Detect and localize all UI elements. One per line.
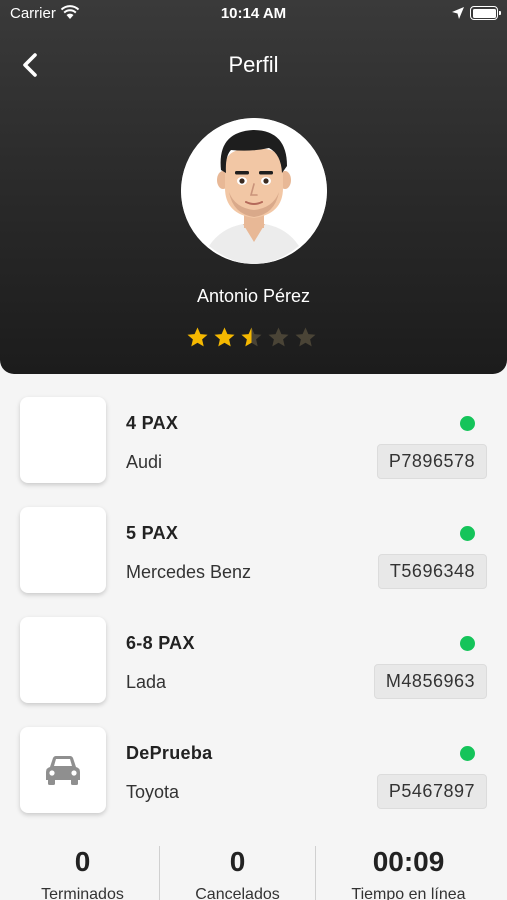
vehicle-row[interactable]: 5 PAX Mercedes Benz T5696348 xyxy=(0,498,507,608)
user-avatar-illustration xyxy=(181,118,327,264)
status-time: 10:14 AM xyxy=(220,5,287,22)
status-bar: Carrier 10:14 AM xyxy=(0,0,507,28)
star-icon xyxy=(268,327,289,347)
car-icon xyxy=(46,756,80,785)
vehicle-row[interactable]: 6-8 PAX Lada M4856963 xyxy=(0,608,507,718)
vehicle-capacity: 5 PAX xyxy=(126,523,179,543)
star-icon xyxy=(187,327,208,347)
vehicle-row[interactable]: 4 PAX Audi P7896578 xyxy=(0,388,507,498)
vehicle-capacity: DePrueba xyxy=(126,743,213,763)
stat-label: Terminados xyxy=(41,886,124,900)
stat-item: 0 Cancelados xyxy=(160,846,315,900)
stat-divider xyxy=(159,846,160,900)
star-rating xyxy=(186,326,317,349)
plate-badge: T5696348 xyxy=(377,554,487,589)
stat-divider xyxy=(315,846,316,900)
vehicle-capacity: 6-8 PAX xyxy=(126,633,195,653)
profile-header: Carrier 10:14 AM Perfil Antonio Pérez xyxy=(0,0,507,374)
stat-item: 00:09 Tiempo en línea xyxy=(331,846,486,900)
stat-value: 00:09 xyxy=(372,846,445,877)
star-icon xyxy=(214,327,235,347)
user-name: Antonio Pérez xyxy=(196,286,311,306)
vehicle-brand: Lada xyxy=(126,672,167,692)
stat-value: 0 xyxy=(74,846,91,877)
star-icon xyxy=(241,327,262,347)
plate-badge: P5467897 xyxy=(376,774,487,809)
vehicle-capacity: 4 PAX xyxy=(126,413,179,433)
vehicle-brand: Mercedes Benz xyxy=(126,562,252,582)
vehicle-brand: Toyota xyxy=(126,782,180,802)
avatar[interactable] xyxy=(181,118,327,264)
page-title: Perfil xyxy=(228,52,279,77)
vehicle-thumbnail xyxy=(20,617,106,703)
plate-badge: M4856963 xyxy=(373,664,487,699)
vehicle-row[interactable]: DePrueba Toyota P5467897 xyxy=(0,718,507,828)
active-status-dot xyxy=(460,636,475,651)
battery-icon xyxy=(470,6,501,20)
stat-label: Cancelados xyxy=(195,886,280,900)
stats-bar: 0 Terminados 0 Cancelados 00:09 Tiempo en lín… xyxy=(0,846,507,900)
vehicle-brand: Audi xyxy=(126,452,163,472)
active-status-dot xyxy=(460,526,475,541)
active-status-dot xyxy=(460,746,475,761)
vehicle-thumbnail xyxy=(20,727,106,813)
stat-value: 0 xyxy=(229,846,246,877)
location-arrow-icon xyxy=(452,7,464,19)
vehicle-thumbnail xyxy=(20,507,106,593)
star-icon xyxy=(295,327,316,347)
stat-label: Tiempo en línea xyxy=(351,886,466,900)
vehicle-thumbnail xyxy=(20,397,106,483)
plate-badge: P7896578 xyxy=(376,444,487,479)
stat-item: 0 Terminados xyxy=(5,846,160,900)
active-status-dot xyxy=(460,416,475,431)
